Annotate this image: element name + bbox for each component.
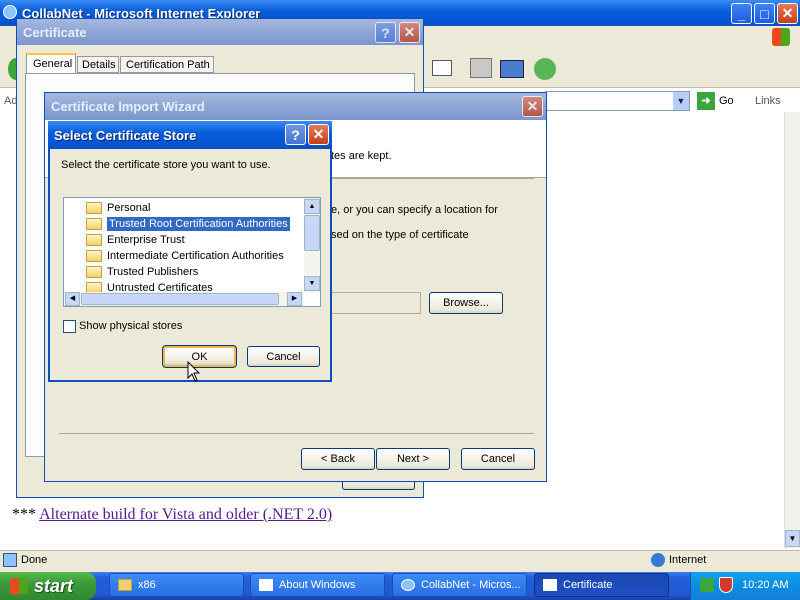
wizard-titlebar[interactable]: Certificate Import Wizard (45, 93, 546, 120)
tree-hscroll-thumb[interactable] (81, 293, 279, 305)
certificate-titlebar[interactable]: Certificate (17, 19, 423, 45)
window-icon (259, 579, 273, 591)
scroll-down-icon[interactable]: ▼ (785, 530, 800, 547)
tree-scroll-right-icon[interactable]: ▶ (287, 292, 302, 306)
folder-icon (86, 266, 102, 278)
tree-rows: Personal Trusted Root Certification Auth… (64, 198, 304, 292)
links-label[interactable]: Links (755, 95, 781, 107)
wizard-text-3: sed on the type of certificate (331, 229, 469, 241)
folder-icon (118, 579, 132, 591)
tree-scroll-up-icon[interactable]: ▲ (304, 199, 320, 214)
page-link-line: *** Alternate build for Vista and older … (12, 506, 332, 524)
start-button[interactable]: start (0, 572, 96, 600)
mouse-cursor-icon (187, 361, 201, 382)
ie-icon (401, 579, 415, 591)
edit-icon[interactable] (500, 60, 524, 78)
taskbar-item-x86[interactable]: x86 (109, 573, 244, 597)
browse-button[interactable]: Browse... (429, 292, 503, 314)
tree-vscroll-thumb[interactable] (304, 215, 320, 251)
taskbar-item-certificate[interactable]: Certificate (534, 573, 669, 597)
wizard-text-1: tes are kept. (331, 150, 392, 162)
status-done: Done (21, 554, 48, 566)
wizard-cancel-button[interactable]: Cancel (461, 448, 535, 470)
certificate-icon (543, 579, 557, 591)
ie-maximize-button[interactable]: □ (754, 3, 775, 24)
store-close-button[interactable]: ✕ (308, 124, 329, 145)
store-cancel-button[interactable]: Cancel (247, 346, 320, 367)
ie-close-button[interactable]: ✕ (777, 3, 798, 24)
show-physical-checkbox[interactable] (63, 320, 76, 333)
certificate-close-button[interactable]: ✕ (399, 22, 420, 43)
back-button[interactable]: < Back (301, 448, 375, 470)
status-zone: Internet (669, 554, 707, 566)
store-item-untrusted[interactable]: Untrusted Certificates (86, 280, 213, 292)
ie-minimize-button[interactable]: _ (731, 3, 752, 24)
folder-icon (86, 202, 102, 214)
page-link-prefix: *** (12, 506, 40, 523)
certificate-help-button[interactable]: ? (375, 22, 396, 43)
store-tree[interactable]: Personal Trusted Root Certification Auth… (63, 197, 321, 307)
store-path-field (325, 292, 421, 314)
internet-zone-icon (651, 553, 665, 567)
folder-icon (86, 234, 102, 246)
address-dropdown-icon[interactable]: ▼ (673, 92, 689, 110)
certificate-title: Certificate (23, 24, 87, 40)
wizard-title: Certificate Import Wizard (51, 99, 205, 114)
wizard-footer-line (59, 433, 534, 434)
store-help-button[interactable]: ? (285, 124, 306, 145)
wizard-text-2: e, or you can specify a location for (331, 204, 498, 216)
clock[interactable]: 10:20 AM (742, 579, 788, 591)
alternate-build-link[interactable]: Alternate build for Vista and older (.NE… (39, 506, 332, 523)
address-input[interactable] (545, 91, 690, 111)
folder-icon (86, 282, 102, 292)
taskbar-item-collabnet[interactable]: CollabNet - Micros... (392, 573, 527, 597)
messenger-icon[interactable] (534, 58, 556, 80)
windows-flag-icon (772, 28, 790, 46)
folder-icon (86, 218, 102, 230)
tab-certification-path[interactable]: Certification Path (120, 56, 214, 73)
page-done-icon (3, 553, 17, 567)
store-item-trusted-root[interactable]: Trusted Root Certification Authorities (86, 216, 291, 232)
page-scrollbar[interactable] (784, 112, 800, 548)
store-item-personal[interactable]: Personal (86, 200, 150, 216)
store-item-enterprise-trust[interactable]: Enterprise Trust (86, 232, 185, 248)
mail-icon[interactable] (432, 60, 452, 76)
select-store-dialog: Select Certificate Store ? ✕ Select the … (48, 121, 332, 382)
go-label[interactable]: Go (719, 95, 734, 107)
show-physical-label[interactable]: Show physical stores (79, 320, 182, 332)
tree-scroll-down-icon[interactable]: ▼ (304, 276, 320, 291)
store-title: Select Certificate Store (54, 127, 197, 143)
start-label: start (34, 575, 74, 596)
wizard-close-button[interactable]: ✕ (522, 96, 543, 117)
tab-general[interactable]: General (26, 53, 76, 73)
start-windows-icon (10, 577, 28, 595)
tab-details[interactable]: Details (77, 56, 119, 73)
security-shield-icon[interactable] (719, 577, 733, 593)
network-tray-icon[interactable] (700, 578, 714, 592)
ie-logo-icon (3, 5, 17, 19)
store-prompt: Select the certificate store you want to… (61, 159, 271, 171)
tree-scroll-left-icon[interactable]: ◀ (65, 292, 80, 306)
print-icon[interactable] (470, 58, 492, 78)
taskbar-item-about-windows[interactable]: About Windows (250, 573, 385, 597)
folder-icon (86, 250, 102, 262)
next-button[interactable]: Next > (376, 448, 450, 470)
store-item-intermediate[interactable]: Intermediate Certification Authorities (86, 248, 284, 264)
go-icon[interactable]: ➜ (697, 92, 715, 110)
store-item-trusted-publishers[interactable]: Trusted Publishers (86, 264, 198, 280)
